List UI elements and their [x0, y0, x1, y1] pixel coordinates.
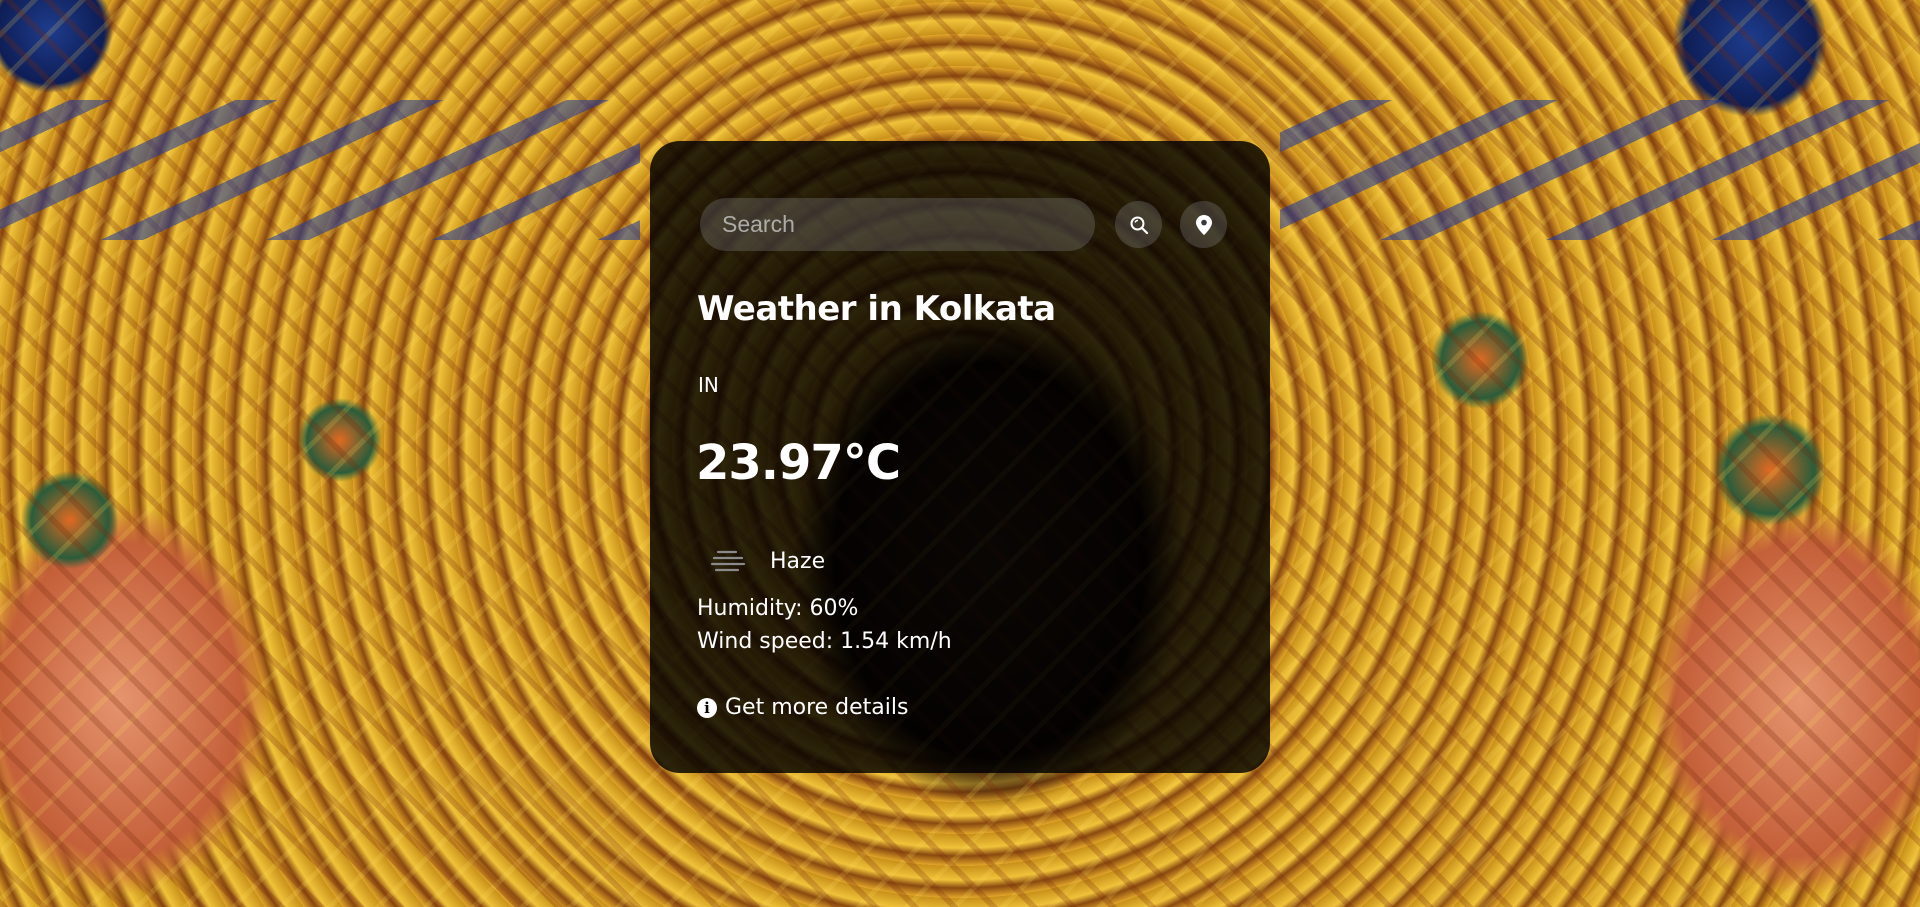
weather-card: Weather in Kolkata IN 23.97°C Haze Humid…: [650, 141, 1270, 773]
search-bar: [700, 198, 1227, 251]
haze-icon: [708, 541, 748, 581]
background-decoration-right: [1280, 100, 1920, 240]
wind-speed: Wind speed: 1.54 km/h: [697, 629, 952, 654]
location-pin-icon: [1195, 214, 1212, 235]
condition-label: Haze: [770, 548, 826, 574]
search-icon: [1130, 216, 1148, 234]
background-decoration-left: [0, 100, 640, 240]
humidity: Humidity: 60%: [697, 596, 859, 621]
more-details-label: Get more details: [725, 695, 909, 720]
info-icon: i: [697, 697, 717, 718]
search-button[interactable]: [1115, 201, 1162, 248]
country-code: IN: [698, 373, 719, 397]
condition-row: Haze: [708, 541, 825, 581]
temperature: 23.97°C: [696, 435, 901, 491]
location-button[interactable]: [1180, 201, 1227, 248]
more-details-link[interactable]: i Get more details: [697, 695, 908, 720]
city-title: Weather in Kolkata: [697, 289, 1056, 329]
search-input[interactable]: [700, 198, 1095, 251]
